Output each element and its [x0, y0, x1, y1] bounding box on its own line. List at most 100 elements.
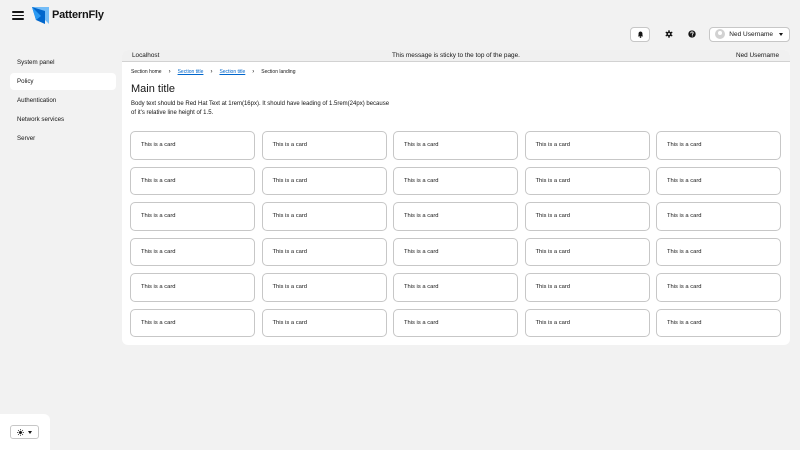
card-label: This is a card — [535, 177, 570, 184]
card-label: This is a card — [667, 284, 702, 291]
card[interactable]: This is a card — [393, 273, 518, 302]
card[interactable]: This is a card — [393, 308, 518, 337]
card-label: This is a card — [535, 284, 570, 291]
card[interactable]: This is a card — [656, 166, 781, 195]
card[interactable]: This is a card — [130, 308, 255, 337]
card-label: This is a card — [404, 177, 439, 184]
card-label: This is a card — [272, 213, 307, 220]
sidebar-item-network-services[interactable]: Network services — [10, 111, 116, 128]
card[interactable]: This is a card — [261, 202, 387, 231]
card-label: This is a card — [404, 142, 439, 149]
hamburger-menu-icon[interactable] — [12, 9, 24, 21]
chevron-down-icon — [779, 32, 783, 36]
sidebar-footer — [0, 414, 50, 450]
breadcrumb-item-home: Section home — [131, 69, 162, 75]
card-label: This is a card — [667, 177, 702, 184]
card[interactable]: This is a card — [261, 131, 387, 160]
brand-logo[interactable]: PatternFly — [32, 6, 104, 24]
card[interactable]: This is a card — [130, 202, 255, 231]
card[interactable]: This is a card — [130, 166, 255, 195]
card[interactable]: This is a card — [524, 273, 650, 302]
card-label: This is a card — [272, 319, 307, 326]
settings-button[interactable] — [659, 27, 678, 42]
card[interactable]: This is a card — [261, 273, 387, 302]
card[interactable]: This is a card — [130, 273, 255, 302]
header-tools: Ned Username — [630, 26, 790, 42]
card-label: This is a card — [535, 142, 570, 149]
card[interactable]: This is a card — [524, 166, 650, 195]
card-label: This is a card — [141, 248, 176, 255]
card-label: This is a card — [272, 248, 307, 255]
sun-icon — [17, 428, 24, 436]
card[interactable]: This is a card — [656, 308, 781, 337]
user-menu-toggle[interactable]: Ned Username — [709, 26, 790, 42]
sidebar-item-policy[interactable]: Policy — [10, 73, 116, 90]
chevron-right-icon: › — [168, 69, 171, 75]
card-label: This is a card — [272, 177, 307, 184]
breadcrumb-item-current: Section landing — [261, 69, 296, 75]
user-name: Ned Username — [729, 30, 773, 38]
card[interactable]: This is a card — [393, 166, 518, 195]
theme-toggle-button[interactable] — [10, 425, 39, 439]
card[interactable]: This is a card — [524, 202, 650, 231]
card[interactable]: This is a card — [524, 237, 650, 266]
card[interactable]: This is a card — [656, 202, 781, 231]
main-content: Localhost This message is sticky to the … — [122, 50, 790, 345]
gear-icon — [665, 30, 673, 38]
card[interactable]: This is a card — [393, 237, 518, 266]
breadcrumb-link-section-title[interactable]: Section title — [178, 69, 204, 75]
card-label: This is a card — [667, 213, 702, 220]
card-label: This is a card — [141, 213, 176, 220]
sticky-banner: Localhost This message is sticky to the … — [122, 50, 790, 62]
card-label: This is a card — [272, 284, 307, 291]
notifications-button[interactable] — [630, 26, 651, 42]
patternfly-logo-icon — [32, 6, 49, 24]
card-label: This is a card — [404, 319, 439, 326]
bell-icon — [637, 31, 643, 38]
breadcrumb: Section home › Section title › Section t… — [131, 69, 296, 75]
chevron-down-icon — [28, 430, 32, 434]
card[interactable]: This is a card — [656, 237, 781, 266]
card-label: This is a card — [404, 213, 439, 220]
sidebar-nav: System panel Policy Authentication Netwo… — [0, 54, 118, 149]
card[interactable]: This is a card — [130, 237, 255, 266]
card-label: This is a card — [141, 284, 176, 291]
banner-user: Ned Username — [736, 52, 779, 59]
question-circle-icon — [688, 30, 696, 38]
card-grid: This is a card This is a card This is a ca… — [130, 131, 781, 337]
card-label: This is a card — [141, 319, 176, 326]
card[interactable]: This is a card — [261, 308, 387, 337]
sidebar-item-server[interactable]: Server — [10, 130, 116, 147]
card-label: This is a card — [141, 142, 176, 149]
breadcrumb-link-section-title-2[interactable]: Section title — [219, 69, 245, 75]
user-avatar — [715, 29, 726, 39]
card[interactable]: This is a card — [130, 131, 255, 160]
card[interactable]: This is a card — [656, 131, 781, 160]
brand-name: PatternFly — [52, 9, 104, 21]
chevron-right-icon: › — [252, 69, 255, 75]
banner-message: This message is sticky to the top of the… — [392, 52, 520, 59]
card-label: This is a card — [535, 319, 570, 326]
page-title: Main title — [131, 83, 176, 95]
chevron-right-icon: › — [210, 69, 213, 75]
sidebar-item-system-panel[interactable]: System panel — [10, 54, 116, 71]
card[interactable]: This is a card — [261, 166, 387, 195]
help-button[interactable] — [682, 27, 701, 42]
card-label: This is a card — [141, 177, 176, 184]
card[interactable]: This is a card — [656, 273, 781, 302]
card[interactable]: This is a card — [261, 237, 387, 266]
card[interactable]: This is a card — [393, 202, 518, 231]
card-label: This is a card — [535, 248, 570, 255]
card-label: This is a card — [404, 248, 439, 255]
sidebar-item-authentication[interactable]: Authentication — [10, 92, 116, 109]
page-body-text: Body text should be Red Hat Text at 1rem… — [131, 101, 390, 116]
card[interactable]: This is a card — [393, 131, 518, 160]
card-label: This is a card — [667, 319, 702, 326]
card-label: This is a card — [404, 284, 439, 291]
card[interactable]: This is a card — [524, 131, 650, 160]
card-label: This is a card — [535, 213, 570, 220]
card[interactable]: This is a card — [524, 308, 650, 337]
card-label: This is a card — [667, 142, 702, 149]
card-label: This is a card — [667, 248, 702, 255]
card-label: This is a card — [272, 142, 307, 149]
